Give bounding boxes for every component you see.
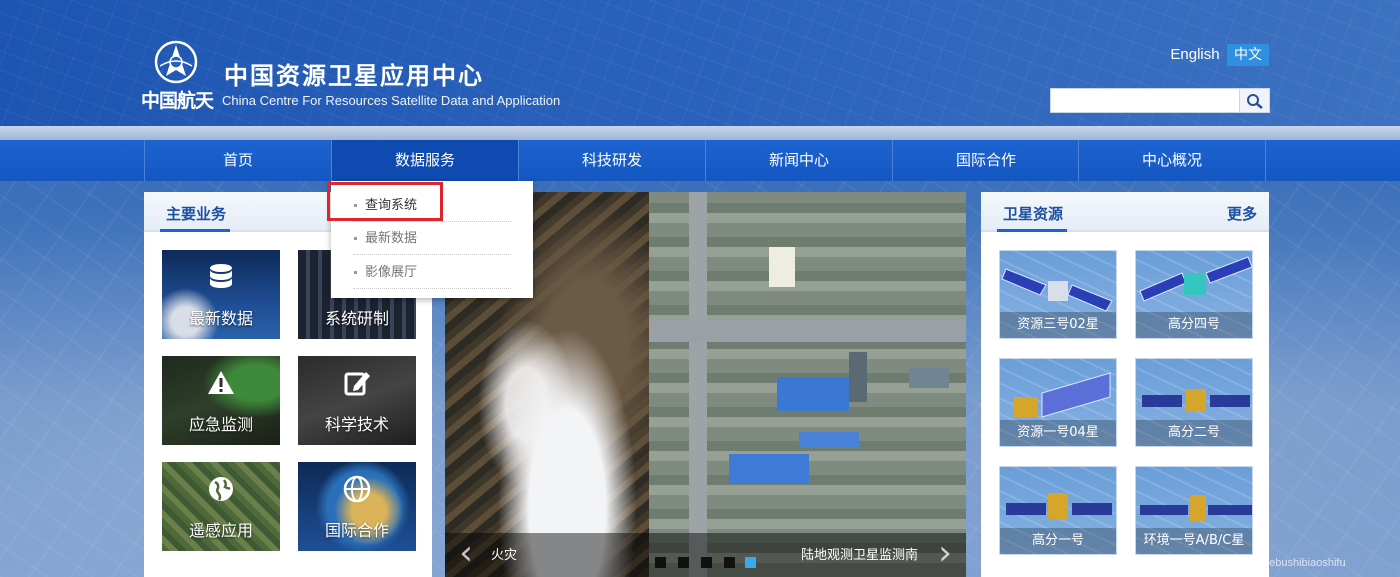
panel-title-underline [997,229,1067,232]
slide-caption-right[interactable]: 陆地观测卫星监测南 [801,544,921,563]
highlight-annotation-box [327,182,443,221]
slide-dot[interactable] [655,557,666,568]
globe-network-icon [343,475,371,503]
satellite-icon [1014,372,1111,418]
nav-item-international[interactable]: 国际合作 [892,140,1079,181]
satellite-tile[interactable]: 资源三号02星 [999,250,1117,339]
search-input[interactable] [1050,88,1240,113]
tile-international-cooperation[interactable]: 国际合作 [298,462,416,551]
header-divider [0,126,1400,140]
casc-logo-icon[interactable] [152,40,200,86]
watermark: https://blog.csdn.net/zhebushibiaoshifu [1156,557,1346,569]
satellite-tile[interactable]: 高分二号 [1135,358,1253,447]
building [849,352,867,402]
slide-dot[interactable] [724,557,735,568]
tile-label: 系统研制 [324,309,389,328]
slide-caption-left[interactable]: 火灾 [491,544,517,563]
nav-item-about[interactable]: 中心概况 [1078,140,1265,181]
slide-next-button[interactable]: › [928,536,962,573]
satellite-tile[interactable]: 高分一号 [999,466,1117,555]
satellite-label: 高分二号 [1136,420,1252,446]
tile-label: 国际合作 [324,521,389,540]
satellite-tile[interactable]: 高分四号 [1135,250,1253,339]
dropdown-item-image-gallery[interactable]: 影像展厅 [353,256,511,289]
nav-item-news[interactable]: 新闻中心 [705,140,892,181]
edit-icon [344,372,370,396]
nav-item-data-service[interactable]: 数据服务 [331,140,518,181]
tile-remote-sensing[interactable]: 遥感应用 [162,462,280,551]
panel-title-underline [160,229,230,232]
satellite-label: 资源一号04星 [1000,420,1116,446]
warning-icon [208,371,234,394]
dropdown-item-latest-data[interactable]: 最新数据 [353,222,511,255]
panel-title: 卫星资源 [1003,205,1064,223]
nav-item-home[interactable]: 首页 [144,140,331,181]
tile-science-technology[interactable]: 科学技术 [298,356,416,445]
satellite-label: 资源三号02星 [1000,312,1116,338]
site-subtitle: China Centre For Resources Satellite Dat… [222,93,561,108]
satellite-icon [1142,389,1250,411]
tile-latest-data[interactable]: 最新数据 [162,250,280,339]
tile-label: 遥感应用 [188,521,253,540]
search-icon [1246,93,1263,109]
language-english-link[interactable]: English [1164,44,1226,66]
building [777,377,849,411]
satellite-resources-panel: 卫星资源 更多 资源三号02星 高分四号 资源一号04星 高分二号 高分一号 环… [981,192,1269,577]
satellite-label: 高分一号 [1000,528,1116,554]
more-link[interactable]: 更多 [1227,203,1257,224]
slide-prev-button[interactable]: ‹ [449,536,483,573]
search-button[interactable] [1239,88,1270,113]
satellite-label: 高分四号 [1136,312,1252,338]
satellite-icon [1001,268,1113,312]
panel-title: 主要业务 [166,205,227,223]
tile-label: 科学技术 [324,415,389,434]
brand-name: 中国航天 [141,90,214,112]
building [799,432,859,448]
slide-image-land-observation [649,192,966,577]
building [769,247,795,287]
satellite-tile[interactable]: 环境一号A/B/C星 [1135,466,1253,555]
nav-item-research[interactable]: 科技研发 [518,140,705,181]
tile-emergency-monitoring[interactable]: 应急监测 [162,356,280,445]
slide-dot-active[interactable] [745,557,756,568]
site-title[interactable]: 中国资源卫星应用中心 [224,56,484,91]
building [729,454,809,484]
building [909,368,949,388]
satellite-icon [1140,495,1252,521]
database-icon [210,264,232,288]
language-chinese-link[interactable]: 中文 [1227,44,1269,66]
slide-dot[interactable] [701,557,712,568]
tile-label: 最新数据 [188,309,253,328]
satellite-icon [1006,493,1112,519]
slide-dot[interactable] [678,557,689,568]
globe-icon [209,477,233,501]
tile-label: 应急监测 [188,415,253,434]
nav-divider [1265,140,1266,181]
satellite-tile[interactable]: 资源一号04星 [999,358,1117,447]
satellite-label: 环境一号A/B/C星 [1136,528,1252,554]
satellite-icon [1139,256,1252,302]
